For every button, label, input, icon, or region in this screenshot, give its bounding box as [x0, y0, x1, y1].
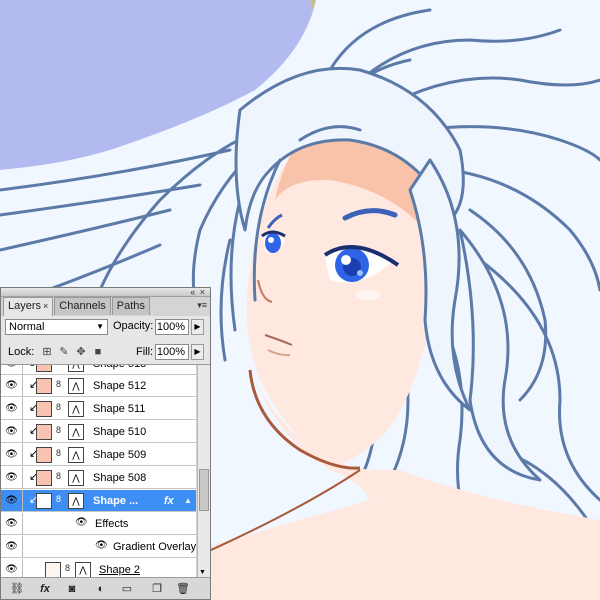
opacity-input[interactable]: 100% [155, 319, 189, 335]
effects-row[interactable]: 👁 👁 Effects [1, 513, 196, 535]
effect-name: Gradient Overlay [113, 541, 196, 553]
panel-bottom-toolbar: ⛓ fx ◙ ◐ ▭ ❐ 🗑 [1, 577, 210, 599]
layer-row[interactable]: 👁 ↙ 8 ⋀ Shape 511 [1, 398, 196, 420]
panel-titlebar[interactable]: « × [1, 287, 210, 297]
lock-transparency-icon[interactable]: ⊞ [41, 346, 53, 358]
link-icon[interactable]: 8 [56, 379, 61, 389]
tab-paths-label: Paths [116, 300, 145, 312]
link-layers-icon[interactable]: ⛓ [9, 581, 25, 597]
eye-icon[interactable]: 👁 [1, 444, 23, 466]
link-icon[interactable]: 8 [56, 494, 61, 504]
vector-mask-thumb: ⋀ [75, 562, 91, 577]
eye-icon[interactable]: 👁 [75, 517, 88, 528]
add-style-fx-icon[interactable]: fx [37, 581, 53, 597]
layer-color-thumb [36, 401, 52, 417]
vector-mask-thumb: ⋀ [68, 493, 84, 509]
scroll-down-icon[interactable]: ▼ [199, 569, 206, 576]
link-icon[interactable]: 8 [56, 425, 61, 435]
layers-scrollbar[interactable]: ▼ [197, 365, 210, 577]
effects-label: Effects [95, 518, 129, 530]
new-layer-icon[interactable]: ❐ [149, 581, 165, 597]
layer-name: Shape 512 [93, 380, 147, 392]
blend-opacity-row: Normal ▼ Opacity: 100% ▶ [1, 316, 210, 338]
layer-color-thumb [36, 447, 52, 463]
layer-color-thumb [36, 470, 52, 486]
vector-mask-thumb: ⋀ [68, 447, 84, 463]
fill-slider-icon[interactable]: ▶ [191, 344, 204, 360]
lock-pixels-icon[interactable]: ✎ [58, 346, 70, 358]
eye-icon[interactable]: 👁 [1, 513, 23, 535]
eye-icon[interactable]: 👁 [1, 365, 23, 375]
layer-color-thumb [36, 365, 52, 372]
fill-input[interactable]: 100% [155, 344, 189, 360]
tab-channels-label: Channels [59, 300, 106, 312]
eye-icon[interactable]: 👁 [1, 398, 23, 420]
vector-mask-thumb: ⋀ [68, 365, 84, 372]
layer-row-selected[interactable]: 👁 ↙ 8 ⋀ Shape ... fx ▲ [1, 490, 196, 512]
effect-item-row[interactable]: 👁 👁 Gradient Overlay [1, 536, 196, 558]
layers-list: 👁 ↙ 8 ⋀ Shape 513 👁 ↙ 8 ⋀ Shape 512 👁 ↙ … [1, 365, 196, 577]
link-icon[interactable]: 8 [56, 365, 61, 367]
layer-color-thumb [36, 378, 52, 394]
layer-color-thumb [45, 562, 61, 577]
blend-mode-value: Normal [9, 321, 45, 333]
eye-icon[interactable]: 👁 [1, 559, 23, 577]
lock-fill-row: Lock: ⊞ ✎ ✥ ■ Fill: 100% ▶ [1, 338, 210, 365]
fx-icon[interactable]: fx [164, 490, 174, 512]
tab-channels[interactable]: Channels [54, 297, 111, 315]
new-group-folder-icon[interactable]: ▭ [119, 581, 135, 597]
eye-icon[interactable]: 👁 [1, 490, 23, 512]
layer-name: Shape 513 [93, 365, 146, 375]
layer-row[interactable]: 👁 ↙ 8 ⋀ Shape 510 [1, 421, 196, 443]
lock-all-icon[interactable]: ■ [92, 346, 104, 358]
fill-label: Fill: [136, 346, 154, 358]
link-icon[interactable]: 8 [56, 448, 61, 458]
panel-window-buttons[interactable]: « × [190, 287, 206, 297]
eye-icon[interactable]: 👁 [95, 540, 108, 551]
tab-paths[interactable]: Paths [111, 297, 150, 315]
layer-name: Shape ... [93, 495, 139, 507]
eye-icon[interactable]: 👁 [1, 421, 23, 443]
link-icon[interactable]: 8 [56, 402, 61, 412]
trash-icon[interactable]: 🗑 [175, 581, 191, 597]
layer-color-thumb [36, 424, 52, 440]
eye-icon[interactable]: 👁 [1, 467, 23, 489]
add-mask-icon[interactable]: ◙ [64, 581, 80, 597]
collapse-arrow-icon[interactable]: ▲ [184, 490, 192, 512]
adjustment-layer-icon[interactable]: ◐ [93, 581, 109, 597]
link-icon[interactable]: 8 [56, 471, 61, 481]
panel-menu-icon[interactable]: ▾≡ [197, 300, 207, 311]
blend-mode-select[interactable]: Normal ▼ [5, 319, 108, 335]
vector-mask-thumb: ⋀ [68, 424, 84, 440]
layer-row[interactable]: 👁 ↙ 8 ⋀ Shape 512 [1, 375, 196, 397]
lock-position-icon[interactable]: ✥ [75, 346, 87, 358]
tab-layers-label: Layers [8, 300, 42, 312]
layers-panel: « × Layers × Channels Paths ▾≡ Normal ▼ O… [0, 287, 211, 600]
vector-mask-thumb: ⋀ [68, 378, 84, 394]
eye-icon[interactable]: 👁 [1, 536, 23, 558]
layer-name: Shape 510 [93, 426, 147, 438]
layer-name: Shape 511 [93, 403, 146, 415]
chevron-down-icon: ▼ [96, 322, 104, 331]
scrollbar-thumb[interactable] [199, 469, 209, 511]
layer-name: Shape 2 [99, 564, 140, 576]
vector-mask-thumb: ⋀ [68, 401, 84, 417]
layer-color-thumb [36, 493, 52, 509]
layer-row[interactable]: 👁 8 ⋀ Shape 2 [1, 559, 196, 577]
layer-row[interactable]: 👁 ↙ 8 ⋀ Shape 513 [1, 365, 196, 375]
layer-name: Shape 508 [93, 472, 147, 484]
layer-row[interactable]: 👁 ↙ 8 ⋀ Shape 509 [1, 444, 196, 466]
layer-row[interactable]: 👁 ↙ 8 ⋀ Shape 508 [1, 467, 196, 489]
panel-tabs: Layers × Channels Paths [3, 297, 151, 316]
vector-mask-thumb: ⋀ [68, 470, 84, 486]
tab-close-icon[interactable]: × [43, 301, 48, 311]
eye-icon[interactable]: 👁 [1, 375, 23, 397]
tab-layers[interactable]: Layers × [3, 297, 54, 316]
opacity-label: Opacity: [113, 320, 154, 332]
opacity-slider-icon[interactable]: ▶ [191, 319, 204, 335]
lock-label: Lock: [8, 346, 35, 358]
link-icon[interactable]: 8 [65, 563, 70, 573]
layer-name: Shape 509 [93, 449, 147, 461]
